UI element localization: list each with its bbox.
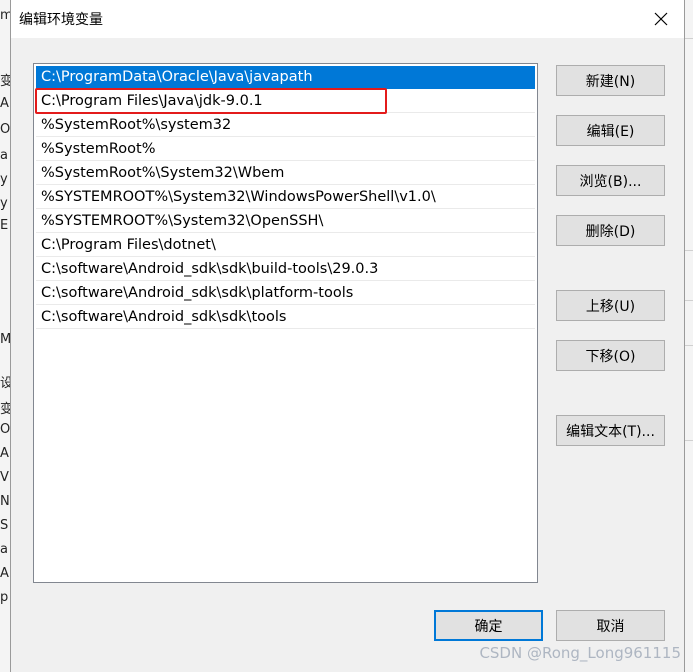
close-button[interactable] (638, 0, 684, 38)
background-text-fragment: A (0, 566, 9, 581)
cancel-button[interactable]: 取消 (556, 610, 665, 641)
path-list-item[interactable]: %SYSTEMROOT%\System32\WindowsPowerShell\… (36, 186, 535, 209)
path-list-item[interactable]: C:\software\Android_sdk\sdk\tools (36, 306, 535, 329)
background-text-fragment: y (0, 172, 8, 187)
background-text-fragment: y (0, 196, 8, 211)
background-text-fragment: a (0, 542, 8, 557)
background-text-fragment: E (0, 218, 9, 233)
move-down-button[interactable]: 下移(O) (556, 340, 665, 371)
background-text-fragment: M (0, 332, 10, 347)
close-icon (654, 12, 668, 26)
background-text-fragment: a (0, 148, 8, 163)
path-list-item[interactable]: %SystemRoot%\system32 (36, 114, 535, 137)
background-text-fragment: p (0, 590, 9, 605)
background-text-fragment: A (0, 96, 9, 111)
background-text-fragment: Or (0, 422, 10, 437)
move-up-button[interactable]: 上移(U) (556, 290, 665, 321)
background-text-fragment: A (0, 446, 9, 461)
path-list-item[interactable]: C:\software\Android_sdk\sdk\platform-too… (36, 282, 535, 305)
new-button[interactable]: 新建(N) (556, 65, 665, 96)
path-list-item[interactable]: C:\Program Files\dotnet\ (36, 234, 535, 257)
background-text-fragment: Or (0, 122, 10, 137)
background-text-fragment: 变 (0, 402, 10, 417)
background-text-fragment: m (0, 8, 10, 23)
edit-button[interactable]: 编辑(E) (556, 115, 665, 146)
delete-button[interactable]: 删除(D) (556, 215, 665, 246)
path-list-item[interactable]: %SystemRoot% (36, 138, 535, 161)
path-list-item[interactable]: %SYSTEMROOT%\System32\OpenSSH\ (36, 210, 535, 233)
background-text-fragment: S (0, 518, 9, 533)
path-list-item[interactable]: C:\ProgramData\Oracle\Java\javapath (36, 66, 535, 89)
background-text-fragment: NU (0, 494, 10, 509)
path-list-item[interactable]: C:\software\Android_sdk\sdk\build-tools\… (36, 258, 535, 281)
background-text-fragment: 设 (0, 376, 10, 391)
edit-text-button[interactable]: 编辑文本(T)... (556, 415, 665, 446)
path-list-item[interactable]: %SystemRoot%\System32\Wbem (36, 162, 535, 185)
path-list[interactable]: C:\ProgramData\Oracle\Java\javapath C:\Pr… (33, 63, 538, 583)
annotation-highlight-box (35, 88, 387, 114)
dialog-title: 编辑环境变量 (19, 12, 103, 28)
title-bar: 编辑环境变量 (11, 0, 684, 38)
edit-environment-variable-dialog: 编辑环境变量 C:\ProgramData\Oracle\Java\javapa… (10, 0, 685, 672)
background-text-fragment: V (0, 470, 9, 485)
ok-button[interactable]: 确定 (434, 610, 543, 641)
browse-button[interactable]: 浏览(B)... (556, 165, 665, 196)
watermark: CSDN @Rong_Long961115 (479, 644, 681, 662)
background-text-fragment: 变 (0, 74, 10, 89)
